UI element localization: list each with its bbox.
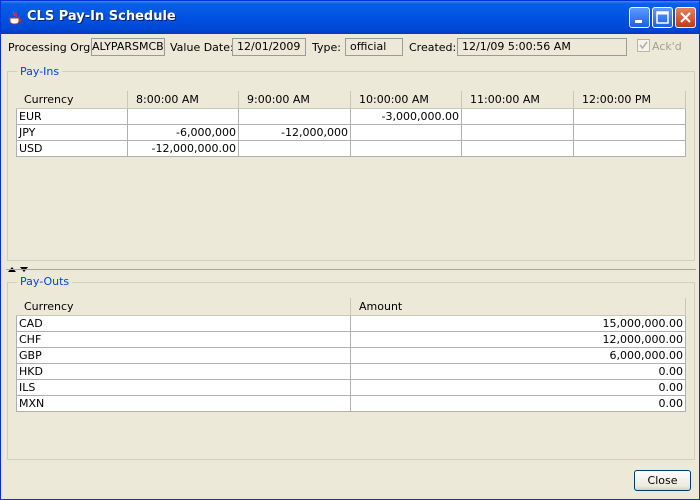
column-header[interactable]: 12:00:00 PM: [574, 91, 686, 109]
java-cup-icon: [9, 10, 22, 25]
amount-cell[interactable]: [574, 125, 686, 141]
close-window-button[interactable]: [675, 7, 696, 28]
maximize-icon: [656, 11, 669, 24]
amount-cell[interactable]: [239, 109, 351, 125]
currency-cell[interactable]: HKD: [16, 364, 351, 380]
amount-cell[interactable]: -3,000,000.00: [351, 109, 462, 125]
currency-cell[interactable]: ILS: [16, 380, 351, 396]
amount-cell[interactable]: -12,000,000: [239, 125, 351, 141]
column-header[interactable]: 11:00:00 AM: [462, 91, 574, 109]
processing-org-label: Processing Org:: [8, 41, 94, 54]
amount-cell[interactable]: 15,000,000.00: [351, 316, 686, 332]
value-date-field[interactable]: 12/01/2009: [232, 38, 306, 56]
column-header[interactable]: 10:00:00 AM: [351, 91, 462, 109]
amount-cell[interactable]: [462, 109, 574, 125]
amount-cell[interactable]: [239, 141, 351, 157]
amount-cell[interactable]: [574, 109, 686, 125]
currency-cell[interactable]: MXN: [16, 396, 351, 412]
column-header[interactable]: Currency: [16, 91, 128, 109]
column-header[interactable]: 9:00:00 AM: [239, 91, 351, 109]
amount-cell[interactable]: 6,000,000.00: [351, 348, 686, 364]
payouts-title: Pay-Outs: [17, 275, 73, 288]
currency-cell[interactable]: EUR: [16, 109, 128, 125]
payins-title: Pay-Ins: [17, 65, 63, 78]
column-header[interactable]: Amount: [351, 298, 686, 316]
created-field[interactable]: 12/1/09 5:00:56 AM: [457, 38, 627, 56]
checkbox-box: [637, 39, 650, 52]
amount-cell[interactable]: 0.00: [351, 380, 686, 396]
amount-cell[interactable]: [462, 125, 574, 141]
type-label: Type:: [312, 41, 341, 54]
created-label: Created:: [409, 41, 457, 54]
currency-cell[interactable]: CAD: [16, 316, 351, 332]
close-icon: [680, 12, 691, 23]
processing-org-field[interactable]: ALYPARSMCB: [91, 38, 165, 56]
split-divider[interactable]: [6, 263, 696, 272]
amount-cell[interactable]: [128, 109, 239, 125]
minimize-icon: [635, 20, 642, 23]
currency-cell[interactable]: GBP: [16, 348, 351, 364]
close-button[interactable]: Close: [634, 470, 691, 491]
amount-cell[interactable]: 12,000,000.00: [351, 332, 686, 348]
payins-table[interactable]: Currency 8:00:00 AM 9:00:00 AM 10:00:00 AM 1…: [16, 91, 686, 161]
value-date-label: Value Date:: [170, 41, 234, 54]
ackd-label: Ack'd: [652, 40, 682, 53]
window: CLS Pay-In Schedule Processing Org: ALYP…: [0, 0, 700, 500]
currency-cell[interactable]: CHF: [16, 332, 351, 348]
column-header[interactable]: Currency: [16, 298, 351, 316]
window-title: CLS Pay-In Schedule: [27, 9, 176, 24]
ackd-checkbox[interactable]: Ack'd: [637, 39, 682, 53]
currency-cell[interactable]: JPY: [16, 125, 128, 141]
amount-cell[interactable]: -6,000,000: [128, 125, 239, 141]
amount-cell[interactable]: [351, 125, 462, 141]
amount-cell[interactable]: -12,000,000.00: [128, 141, 239, 157]
currency-cell[interactable]: USD: [16, 141, 128, 157]
maximize-button[interactable]: [652, 7, 673, 28]
amount-cell[interactable]: [351, 141, 462, 157]
minimize-button[interactable]: [629, 7, 650, 28]
title-bar[interactable]: CLS Pay-In Schedule: [1, 1, 699, 34]
amount-cell[interactable]: [574, 141, 686, 157]
amount-cell[interactable]: 0.00: [351, 396, 686, 412]
type-field[interactable]: official: [345, 38, 403, 56]
column-header[interactable]: 8:00:00 AM: [128, 91, 239, 109]
payouts-table[interactable]: Currency Amount CAD 15,000,000.00 CHF 12,000,…: [16, 298, 686, 418]
amount-cell[interactable]: 0.00: [351, 364, 686, 380]
checkmark-icon: [639, 41, 648, 50]
amount-cell[interactable]: [462, 141, 574, 157]
